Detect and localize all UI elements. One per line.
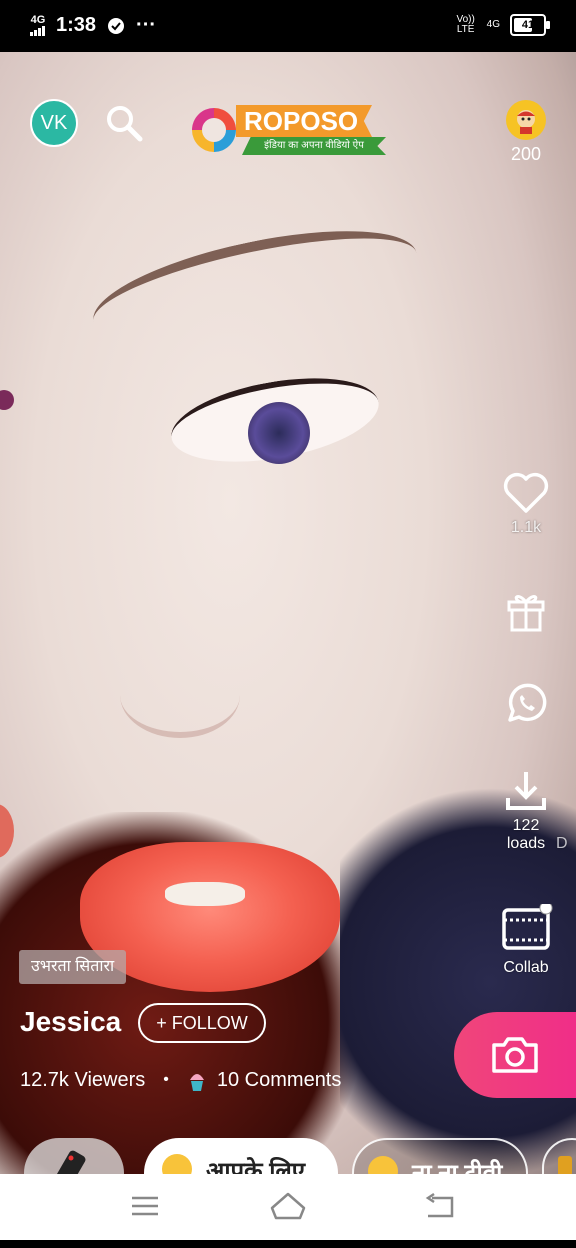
chip-na-na-tv-label: ना ना टीवी bbox=[412, 1160, 503, 1174]
back-icon[interactable] bbox=[424, 1192, 456, 1220]
search-icon[interactable] bbox=[104, 103, 144, 143]
laugh-emoji-icon bbox=[368, 1156, 398, 1174]
whatsapp-share-action[interactable] bbox=[494, 682, 558, 731]
volte-indicator: Vo)) LTE bbox=[456, 14, 475, 35]
chip-more[interactable] bbox=[542, 1138, 576, 1174]
smile-emoji-icon bbox=[162, 1154, 192, 1174]
profile-avatar[interactable]: VK bbox=[30, 99, 78, 147]
roposo-logo: ROPOSO इंडिया का अपना वीडियो ऐप bbox=[192, 105, 388, 155]
face-teeth bbox=[165, 882, 245, 906]
chip-remote[interactable] bbox=[24, 1138, 124, 1174]
creator-username[interactable]: Jessica bbox=[20, 1006, 121, 1038]
gift-icon[interactable] bbox=[506, 590, 546, 632]
signal-icon bbox=[30, 26, 45, 36]
logo-ring-icon bbox=[192, 108, 236, 152]
collab-label: Collab bbox=[503, 959, 549, 976]
chip-for-you-label: आपके लिए bbox=[206, 1158, 306, 1174]
gift-action[interactable] bbox=[494, 590, 558, 637]
system-nav-bar bbox=[0, 1174, 576, 1240]
heart-icon[interactable] bbox=[503, 472, 549, 514]
download-icon[interactable] bbox=[504, 768, 548, 812]
rising-star-badge: उभरता सितारा bbox=[19, 950, 127, 984]
more-indicator: ··· bbox=[136, 14, 157, 36]
status-bar: 4G 1:38 ··· Vo)) LTE 4G 41 bbox=[0, 0, 576, 52]
menu-icon[interactable] bbox=[130, 1194, 160, 1218]
coin-count: 200 bbox=[510, 144, 542, 164]
battery-indicator: 41 bbox=[510, 14, 550, 36]
follow-button[interactable]: + FOLLOW bbox=[138, 1003, 266, 1043]
trophy-icon bbox=[558, 1156, 572, 1174]
post-stats: 12.7k Viewers • 10 Comments bbox=[20, 1068, 341, 1092]
avatar-initials: VK bbox=[40, 111, 68, 134]
camera-button[interactable] bbox=[454, 1012, 576, 1098]
camera-icon bbox=[492, 1037, 538, 1073]
cupcake-icon bbox=[189, 1074, 204, 1091]
like-action[interactable]: 1.1k bbox=[494, 472, 558, 537]
remote-icon bbox=[55, 1150, 86, 1174]
download-count: 122 bbox=[512, 817, 540, 834]
network-signal-right: 4G bbox=[486, 19, 500, 30]
bottom-edge bbox=[0, 1240, 576, 1248]
chip-for-you[interactable]: आपके लिए bbox=[144, 1138, 338, 1174]
face-bindi bbox=[0, 390, 14, 410]
character-icon bbox=[517, 110, 535, 134]
chip-na-na-tv[interactable]: ना ना टीवी bbox=[352, 1138, 528, 1174]
shield-icon bbox=[108, 17, 125, 34]
category-chips: आपके लिए ना ना टीवी bbox=[0, 1138, 576, 1174]
like-count: 1.1k bbox=[510, 519, 542, 536]
collab-icon[interactable] bbox=[499, 901, 553, 954]
home-icon[interactable] bbox=[268, 1190, 308, 1222]
whatsapp-icon[interactable] bbox=[504, 682, 548, 726]
separator-dot: • bbox=[163, 1071, 169, 1088]
clock: 1:38 bbox=[56, 14, 97, 36]
comment-count[interactable]: 10 Comments bbox=[217, 1069, 342, 1092]
download-action[interactable]: 122 loads D bbox=[494, 768, 568, 853]
logo-text: ROPOSO bbox=[236, 105, 372, 137]
network-signal-left: 4G bbox=[30, 15, 46, 36]
logo-tagline: इंडिया का अपना वीडियो ऐप bbox=[242, 137, 386, 155]
collab-action[interactable]: Collab bbox=[494, 901, 558, 977]
coins-icon[interactable] bbox=[506, 100, 546, 140]
face-eyebrow bbox=[84, 208, 426, 366]
viewer-count: 12.7k Viewers bbox=[20, 1068, 146, 1091]
face-iris bbox=[248, 402, 310, 464]
face-nose bbox=[120, 652, 240, 738]
download-label: loads D bbox=[506, 835, 568, 852]
